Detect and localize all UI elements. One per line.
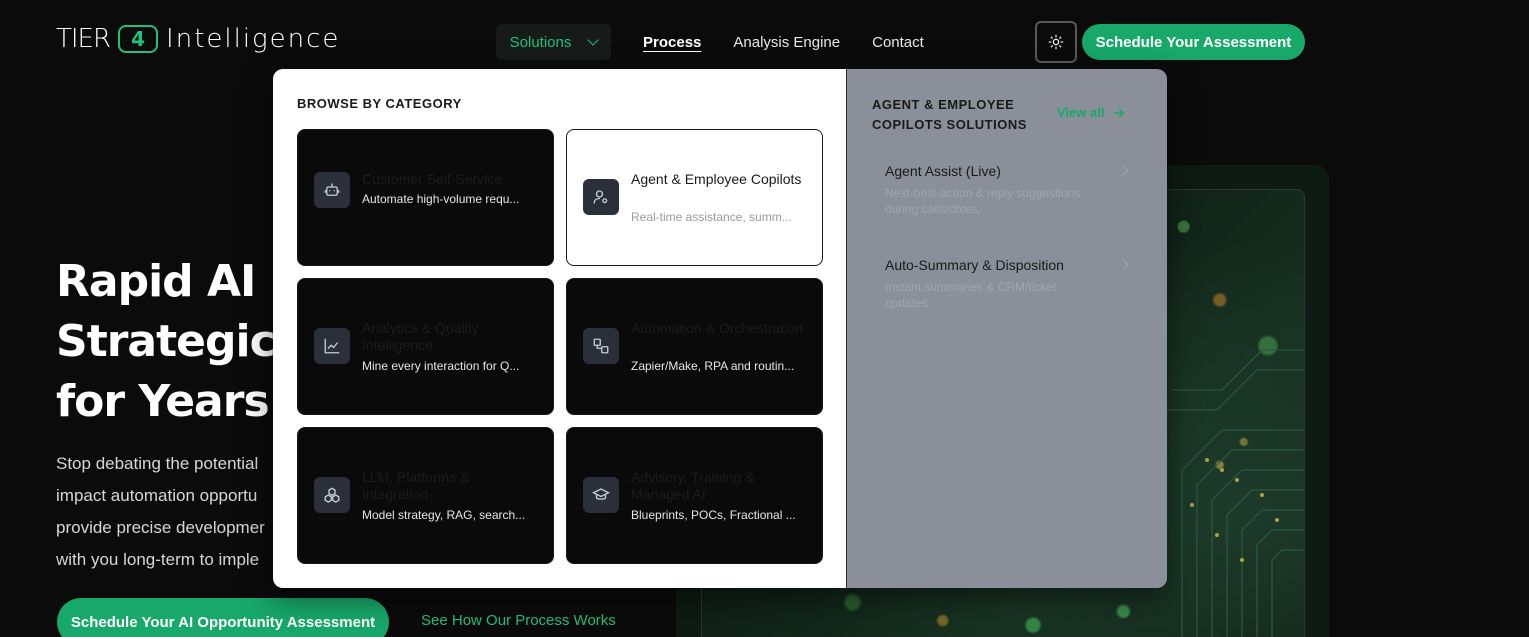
nav-link-contact[interactable]: Contact xyxy=(872,34,924,51)
schedule-assessment-button[interactable]: Schedule Your Assessment xyxy=(1082,24,1305,60)
category-title: Advisory, Training & Managed AI xyxy=(631,469,755,502)
solutions-mega-menu: BROWSE BY CATEGORY Customer Self-Service… xyxy=(273,69,1167,588)
category-title: Customer Self-Service xyxy=(362,171,503,187)
solutions-heading-line: AGENT & EMPLOYEE xyxy=(872,97,1015,112)
sun-icon xyxy=(1048,34,1064,50)
solutions-heading-line: COPILOTS SOLUTIONS xyxy=(872,117,1027,132)
logo-intelligence-text: Intelligence xyxy=(166,24,341,54)
nav-solutions-label: Solutions xyxy=(509,33,572,51)
hero-text-line: with you long-term to imple xyxy=(56,550,260,569)
category-desc: Blueprints, POCs, Fractional ... xyxy=(631,508,796,522)
hero-title-line: Strategic xyxy=(56,316,276,367)
logo[interactable]: TIER 4 Intelligence xyxy=(56,22,340,56)
hero-text-line: Stop debating the potential xyxy=(56,454,259,473)
category-card-advisory-training[interactable]: Advisory, Training & Managed AI Blueprin… xyxy=(566,427,823,564)
nav-link-process[interactable]: Process xyxy=(643,34,701,51)
solution-desc: Instant summaries & CRM/ticket updates. xyxy=(885,280,1057,310)
view-all-link[interactable]: View all xyxy=(1057,105,1126,120)
chevron-down-icon xyxy=(587,34,600,46)
category-card-llm-platforms[interactable]: LLM, Platforms & Integration Model strat… xyxy=(297,427,554,564)
hero-title-line: Rapid AI xyxy=(56,256,256,307)
hero-title: Rapid AI Strategic for Years xyxy=(56,252,276,432)
category-card-automation-orchestration[interactable]: Automation & Orchestration Zapier/Make, … xyxy=(566,278,823,415)
category-title: Analytics & Quality Intelligence xyxy=(362,320,479,353)
see-process-link[interactable]: See How Our Process Works xyxy=(421,612,616,629)
browse-heading: BROWSE BY CATEGORY xyxy=(297,96,462,111)
category-desc: Real-time assistance, summ... xyxy=(631,210,792,224)
solutions-panel: AGENT & EMPLOYEE COPILOTS SOLUTIONS View… xyxy=(846,69,1167,588)
solution-desc: Next-best-action & reply suggestions dur… xyxy=(885,186,1081,216)
nav-solutions-dropdown[interactable]: Solutions xyxy=(496,24,611,60)
view-all-label: View all xyxy=(1057,105,1105,120)
category-card-analytics-quality[interactable]: Analytics & Quality Intelligence Mine ev… xyxy=(297,278,554,415)
bot-icon xyxy=(314,172,350,208)
category-desc: Mine every interaction for Q... xyxy=(362,359,520,373)
logo-tier-text: TIER xyxy=(56,24,111,54)
nav-link-analysis-engine[interactable]: Analysis Engine xyxy=(733,34,840,51)
hero-text-line: impact automation opportu xyxy=(56,486,258,505)
solutions-heading: AGENT & EMPLOYEE COPILOTS SOLUTIONS xyxy=(872,95,1027,135)
solution-item-auto-summary[interactable]: Auto-Summary & Disposition Instant summa… xyxy=(885,257,1135,311)
category-panel: BROWSE BY CATEGORY Customer Self-Service… xyxy=(273,69,846,588)
category-title: Agent & Employee Copilots xyxy=(631,171,802,187)
solution-item-agent-assist[interactable]: Agent Assist (Live) Next-best-action & r… xyxy=(885,163,1135,217)
category-desc: Zapier/Make, RPA and routin... xyxy=(631,359,795,373)
arrow-right-icon xyxy=(1114,108,1125,117)
hero-cta-button[interactable]: Schedule Your AI Opportunity Assessment xyxy=(57,598,389,637)
solution-title: Auto-Summary & Disposition xyxy=(885,257,1064,273)
category-card-customer-self-service[interactable]: Customer Self-Service Automate high-volu… xyxy=(297,129,554,266)
category-desc: Model strategy, RAG, search... xyxy=(362,508,526,522)
category-title: LLM, Platforms & Integration xyxy=(362,469,470,502)
boxes-icon xyxy=(314,477,350,513)
user-gear-icon xyxy=(583,179,619,215)
workflow-icon xyxy=(583,328,619,364)
hero-title-line: for Years xyxy=(56,376,270,427)
hero-text-line: provide precise developmer xyxy=(56,518,265,537)
category-card-agent-employee-copilots[interactable]: Agent & Employee Copilots Real-time assi… xyxy=(566,129,823,266)
category-title: Automation & Orchestration xyxy=(631,320,803,336)
graduation-cap-icon xyxy=(583,477,619,513)
logo-number-badge: 4 xyxy=(118,25,159,53)
theme-toggle-button[interactable] xyxy=(1035,21,1077,63)
solution-title: Agent Assist (Live) xyxy=(885,163,1001,179)
category-desc: Automate high-volume requ... xyxy=(362,192,520,206)
hero-description: Stop debating the potential impact autom… xyxy=(56,448,265,576)
chart-line-icon xyxy=(314,328,350,364)
main-nav: Solutions Process Analysis Engine Contac… xyxy=(496,24,924,60)
